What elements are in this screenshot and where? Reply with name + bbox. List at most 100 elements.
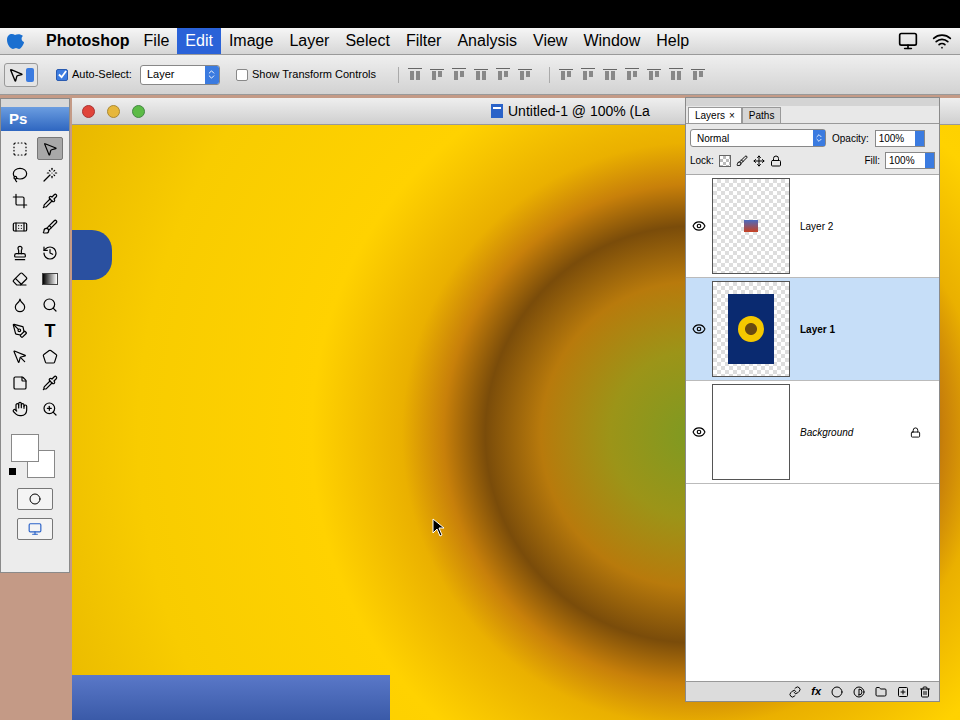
show-transform-controls-checkbox[interactable] bbox=[236, 69, 248, 81]
tool-button[interactable] bbox=[37, 267, 63, 290]
eye-icon[interactable] bbox=[692, 425, 706, 439]
tool-button[interactable] bbox=[7, 215, 33, 238]
mask-icon[interactable] bbox=[831, 686, 843, 698]
default-colors-icon[interactable] bbox=[9, 468, 16, 475]
menu-item[interactable]: Layer bbox=[281, 28, 337, 54]
lock-pixels-icon[interactable] bbox=[736, 155, 748, 167]
lock-position-icon[interactable] bbox=[753, 155, 765, 167]
align-icon[interactable] bbox=[473, 67, 489, 83]
layer-row[interactable]: Layer 1 bbox=[686, 278, 939, 381]
link-icon[interactable] bbox=[789, 686, 801, 698]
lock-all-icon[interactable] bbox=[770, 155, 782, 167]
menu-item[interactable]: Image bbox=[221, 28, 281, 54]
align-group bbox=[398, 67, 533, 83]
fill-field[interactable]: 100% bbox=[885, 152, 935, 169]
toolbox-logo: Ps bbox=[1, 107, 69, 131]
tool-button[interactable] bbox=[37, 215, 63, 238]
foreground-color[interactable] bbox=[11, 434, 39, 462]
auto-select-checkbox[interactable] bbox=[56, 69, 68, 81]
menu-item[interactable]: Help bbox=[648, 28, 697, 54]
tool-button[interactable]: T bbox=[37, 319, 63, 342]
layers-panel: Layers×PathsNormalOpacity:100%Lock:Fill:… bbox=[685, 97, 940, 702]
options-bar: Auto-Select:LayerShow Transform Controls bbox=[0, 55, 960, 95]
screen-mode-icon bbox=[28, 522, 42, 536]
tool-icon bbox=[42, 297, 58, 313]
layer-name: Layer 1 bbox=[800, 322, 939, 337]
align-icon[interactable] bbox=[517, 67, 533, 83]
minimize-button[interactable] bbox=[107, 105, 120, 118]
align-icon[interactable] bbox=[690, 67, 706, 83]
layer-name: Background bbox=[800, 425, 910, 440]
menu-item[interactable]: Select bbox=[337, 28, 397, 54]
tool-button[interactable] bbox=[7, 241, 33, 264]
opacity-label: Opacity: bbox=[832, 131, 869, 146]
tool-button[interactable] bbox=[37, 345, 63, 368]
menu-item[interactable]: View bbox=[525, 28, 575, 54]
tool-button[interactable] bbox=[37, 293, 63, 316]
dropdown-arrows-icon bbox=[814, 133, 824, 143]
menu-item[interactable]: Filter bbox=[398, 28, 450, 54]
align-icon[interactable] bbox=[602, 67, 618, 83]
align-icon[interactable] bbox=[495, 67, 511, 83]
tool-button[interactable] bbox=[37, 241, 63, 264]
tool-button[interactable] bbox=[7, 397, 33, 420]
tool-button[interactable] bbox=[7, 189, 33, 212]
align-icon[interactable] bbox=[429, 67, 445, 83]
tool-preset-picker[interactable] bbox=[4, 63, 38, 87]
tool-button[interactable] bbox=[7, 163, 33, 186]
panel-tab[interactable]: Paths bbox=[742, 107, 782, 123]
show-transform-controls-label: Show Transform Controls bbox=[252, 66, 376, 83]
quick-mask-button[interactable] bbox=[17, 488, 53, 510]
app-menu[interactable]: Photoshop bbox=[40, 29, 136, 53]
tool-button[interactable] bbox=[7, 293, 33, 316]
tool-icon bbox=[12, 193, 28, 209]
eye-icon[interactable] bbox=[692, 219, 706, 233]
folder-icon[interactable] bbox=[875, 686, 887, 698]
tool-button[interactable] bbox=[7, 319, 33, 342]
blend-mode-dropdown[interactable]: Normal bbox=[690, 129, 826, 147]
align-icon[interactable] bbox=[580, 67, 596, 83]
menu-item[interactable]: Edit bbox=[177, 28, 221, 54]
opacity-field[interactable]: 100% bbox=[875, 130, 925, 147]
tab-close[interactable]: × bbox=[729, 108, 735, 123]
layer-row[interactable]: Background bbox=[686, 381, 939, 484]
tool-button[interactable] bbox=[37, 371, 63, 394]
tool-button[interactable] bbox=[37, 163, 63, 186]
tool-button[interactable] bbox=[37, 189, 63, 212]
apple-icon[interactable] bbox=[4, 31, 26, 51]
auto-select-dropdown[interactable]: Layer bbox=[140, 65, 220, 85]
tool-button[interactable] bbox=[7, 267, 33, 290]
align-icon[interactable] bbox=[668, 67, 684, 83]
lock-transparency-button[interactable] bbox=[719, 155, 731, 167]
align-icon[interactable] bbox=[624, 67, 640, 83]
tool-icon bbox=[12, 271, 28, 287]
eye-icon[interactable] bbox=[692, 322, 706, 336]
new-layer-icon[interactable] bbox=[897, 686, 909, 698]
menu-item[interactable]: Window bbox=[575, 28, 648, 54]
panel-tab[interactable]: Layers× bbox=[688, 107, 742, 123]
wifi-icon[interactable] bbox=[932, 31, 952, 51]
tool-icon bbox=[42, 219, 58, 235]
layer-row[interactable]: Layer 2 bbox=[686, 175, 939, 278]
adjustment-icon[interactable] bbox=[853, 686, 865, 698]
menu-item[interactable]: File bbox=[136, 28, 178, 54]
menu-item[interactable]: Analysis bbox=[449, 28, 525, 54]
tool-button[interactable] bbox=[37, 397, 63, 420]
screen: PhotoshopFileEditImageLayerSelectFilterA… bbox=[0, 0, 960, 720]
display-icon[interactable] bbox=[898, 31, 918, 51]
zoom-button[interactable] bbox=[132, 105, 145, 118]
fx-button[interactable]: fx bbox=[811, 683, 821, 700]
tool-icon bbox=[12, 245, 28, 261]
align-icon[interactable] bbox=[646, 67, 662, 83]
align-icon[interactable] bbox=[407, 67, 423, 83]
screen-mode-button[interactable] bbox=[17, 518, 53, 540]
tool-button[interactable] bbox=[7, 137, 33, 160]
tool-button[interactable] bbox=[7, 345, 33, 368]
align-icon[interactable] bbox=[451, 67, 467, 83]
tool-button[interactable] bbox=[7, 371, 33, 394]
trash-icon[interactable] bbox=[919, 686, 931, 698]
tool-button[interactable] bbox=[37, 137, 63, 160]
layer-thumbnail bbox=[712, 384, 790, 480]
align-icon[interactable] bbox=[558, 67, 574, 83]
close-button[interactable] bbox=[82, 105, 95, 118]
